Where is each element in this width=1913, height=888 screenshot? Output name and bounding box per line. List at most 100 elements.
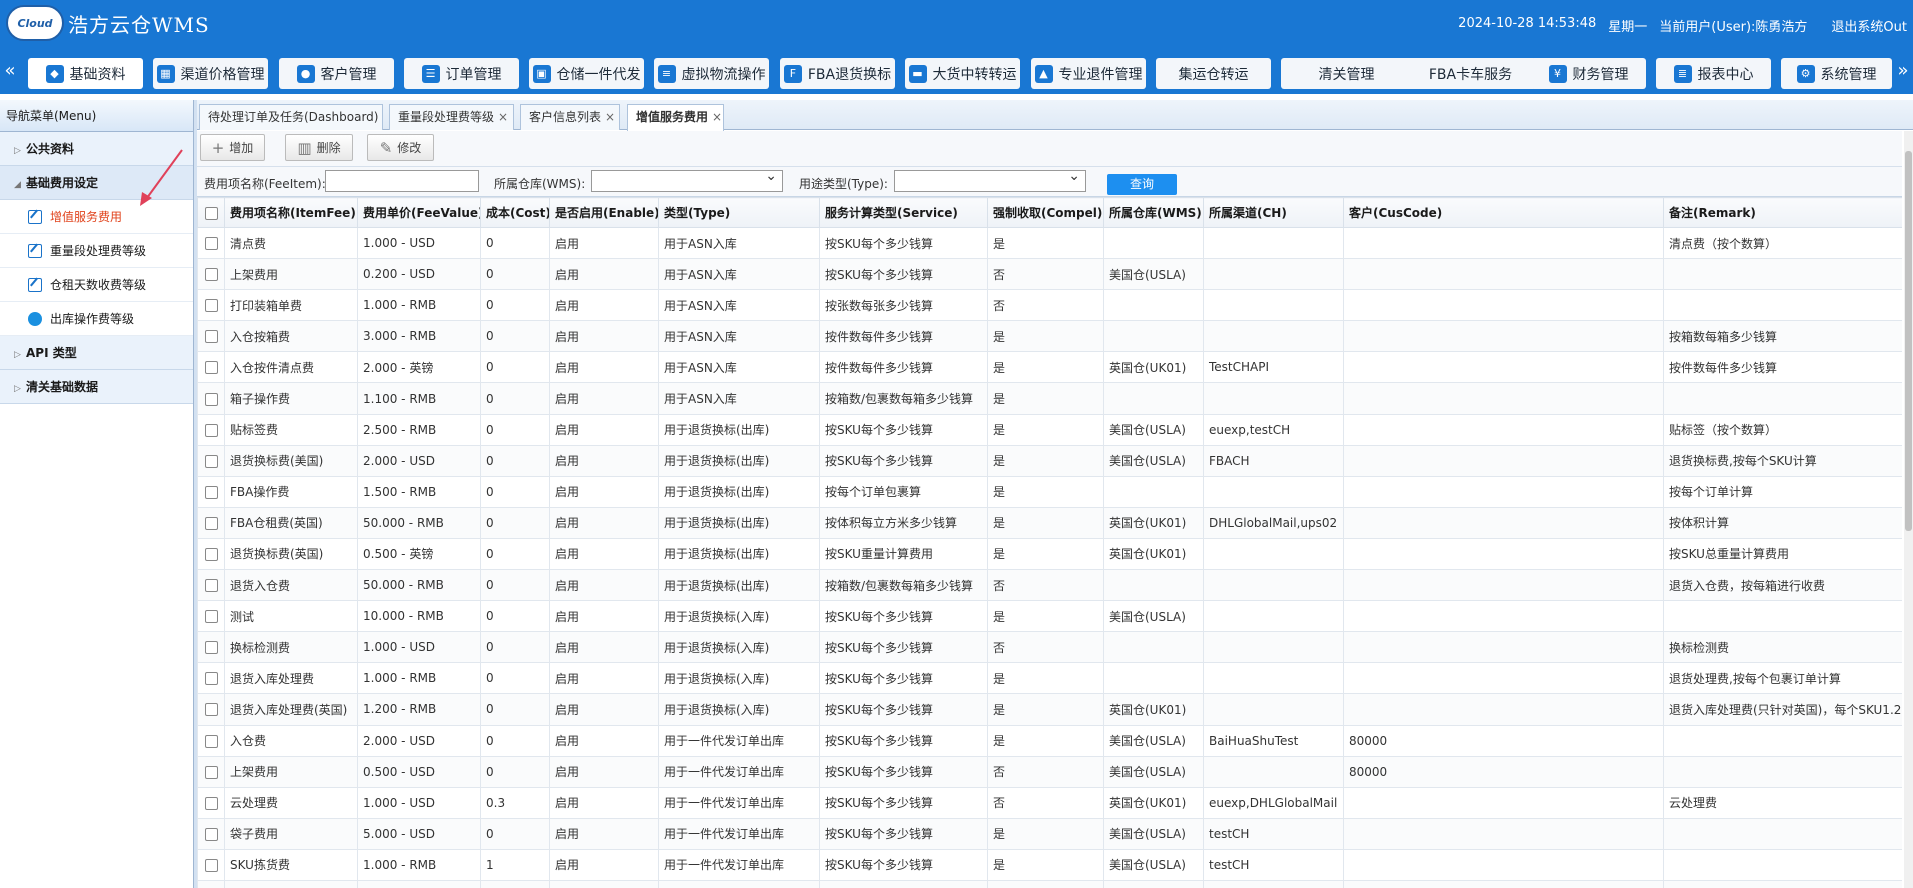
- row-checkbox[interactable]: [204, 579, 218, 593]
- row-checkbox[interactable]: [204, 547, 218, 561]
- row-checkbox[interactable]: [204, 423, 218, 437]
- nav-tab-customer[interactable]: ● 客户管理: [279, 58, 394, 89]
- row-checkbox-cell[interactable]: [197, 755, 225, 788]
- table-row[interactable]: [197, 879, 1902, 888]
- fee-item-input[interactable]: [325, 170, 479, 192]
- row-checkbox[interactable]: [204, 516, 218, 530]
- table-row[interactable]: 退货换标费(英国) 0.500 - 英镑 0 启用 用于退货换标(出库) 按SKU重量计算…: [197, 537, 1902, 571]
- sidebar-item-outbound-fee[interactable]: 出库操作费等级: [0, 302, 193, 336]
- row-checkbox-cell[interactable]: [197, 600, 225, 633]
- table-row[interactable]: 入仓按件清点费 2.000 - 英镑 0 启用 用于ASN入库 按件数每件多少钱算是英国仓…: [197, 351, 1902, 384]
- row-checkbox[interactable]: [204, 454, 218, 468]
- table-row[interactable]: 上架费用 0.200 - USD 0 启用 用于ASN入库 按SKU每个多少钱算否美国仓(…: [197, 258, 1902, 291]
- add-button[interactable]: + 增加: [200, 134, 265, 161]
- column-header[interactable]: 备注(Remark): [1663, 197, 1902, 228]
- nav-tab-customs[interactable]: 清关管理: [1281, 58, 1412, 89]
- row-checkbox[interactable]: [204, 299, 218, 313]
- delete-button[interactable]: ▥ 删除: [285, 134, 353, 161]
- sidebar-item-weight-tier[interactable]: 重量段处理费等级: [0, 234, 193, 268]
- checkbox[interactable]: [204, 206, 218, 220]
- tab-value-added-fee[interactable]: 增值服务费用 ×: [627, 104, 724, 131]
- column-header[interactable]: 所属仓库(WMS): [1103, 197, 1204, 228]
- row-checkbox-cell[interactable]: [197, 817, 225, 850]
- table-row[interactable]: 换标检测费 1.000 - USD 0 启用 用于退货换标(入库) 按SKU每个多少钱算否…: [197, 631, 1902, 664]
- row-checkbox[interactable]: [204, 703, 218, 717]
- table-row[interactable]: FBA仓租费(英国) 50.000 - RMB 0 启用 用于退货换标(出库) 按体积每立…: [197, 506, 1902, 539]
- row-checkbox[interactable]: [204, 361, 218, 375]
- table-row[interactable]: 贴标签费 2.500 - RMB 0 启用 用于退货换标(出库) 按SKU每个多少钱算是美…: [197, 413, 1902, 446]
- table-row[interactable]: 箱子操作费 1.100 - RMB 0 启用 用于ASN入库 按箱数/包裹数每箱多少钱算是: [197, 382, 1902, 415]
- column-header[interactable]: 所属渠道(CH): [1203, 197, 1344, 228]
- row-checkbox-cell[interactable]: [197, 351, 225, 384]
- column-header[interactable]: 服务计算类型(Service): [819, 197, 988, 228]
- select-all-checkbox[interactable]: [197, 197, 225, 228]
- nav-tab-orders[interactable]: ☰ 订单管理: [404, 58, 519, 89]
- column-header[interactable]: 成本(Cost): [480, 197, 550, 228]
- row-checkbox-cell[interactable]: [197, 444, 225, 477]
- table-row[interactable]: SKU拣货费 1.000 - RMB 1 启用 用于一件代发订单出库 按SKU每个多少钱算…: [197, 848, 1902, 881]
- table-row[interactable]: 退货入库处理费(英国) 1.200 - RMB 0 启用 用于退货换标(入库) 按SKU每…: [197, 693, 1902, 726]
- row-checkbox[interactable]: [204, 485, 218, 499]
- row-checkbox[interactable]: [204, 392, 218, 406]
- table-row[interactable]: 打印装箱单费 1.000 - RMB 0 启用 用于ASN入库 按张数每张多少钱算否: [197, 289, 1902, 322]
- query-button[interactable]: 查询: [1107, 174, 1177, 195]
- nav-tab-consolidation[interactable]: 集运仓转运: [1156, 58, 1271, 89]
- row-checkbox[interactable]: [204, 237, 218, 251]
- row-checkbox[interactable]: [204, 268, 218, 282]
- row-checkbox-cell[interactable]: [197, 848, 225, 881]
- row-checkbox[interactable]: [204, 610, 218, 624]
- row-checkbox-cell[interactable]: [197, 475, 225, 508]
- nav-tab-virtual-logistics[interactable]: ≡ 虚拟物流操作: [654, 58, 769, 89]
- type-select[interactable]: [894, 168, 1086, 192]
- warehouse-select[interactable]: [591, 168, 783, 192]
- column-header[interactable]: 强制收取(Compel): [987, 197, 1104, 228]
- table-row[interactable]: 云处理费 1.000 - USD 0.3 启用 用于一件代发订单出库 按SKU每个多少钱算…: [197, 786, 1902, 819]
- table-row[interactable]: 入仓按箱费 3.000 - RMB 0 启用 用于ASN入库 按件数每件多少钱算是 按箱数每…: [197, 320, 1902, 353]
- sidebar-item-storage-days[interactable]: 仓租天数收费等级: [0, 268, 193, 302]
- row-checkbox-cell[interactable]: [197, 289, 225, 322]
- row-checkbox-cell[interactable]: [197, 258, 225, 291]
- close-icon[interactable]: ×: [605, 110, 615, 124]
- row-checkbox[interactable]: [204, 734, 218, 748]
- nav-tab-warehouse-dropship[interactable]: ▣ 仓储一件代发: [529, 58, 644, 89]
- tab-weight-tier[interactable]: 重量段处理费等级 ×: [389, 104, 514, 130]
- column-header[interactable]: 类型(Type): [658, 197, 820, 228]
- logout-link[interactable]: 退出系统Out: [1831, 16, 1907, 35]
- sidebar-section-api[interactable]: ▷ API 类型: [0, 336, 193, 370]
- column-header[interactable]: 费用单价(FeeValue): [357, 197, 481, 228]
- row-checkbox-cell[interactable]: [197, 537, 225, 571]
- nav-tab-basic-data[interactable]: ◆ 基础资料: [28, 58, 143, 89]
- nav-tab-reports[interactable]: ≣ 报表中心: [1656, 58, 1771, 89]
- tab-customer-list[interactable]: 客户信息列表 ×: [520, 104, 620, 130]
- vertical-scrollbar[interactable]: [1904, 131, 1913, 888]
- row-checkbox-cell[interactable]: [197, 693, 225, 726]
- nav-tab-fba-return[interactable]: F FBA退货换标: [780, 58, 895, 89]
- row-checkbox-cell[interactable]: [197, 724, 225, 757]
- column-header[interactable]: 客户(CusCode): [1343, 197, 1664, 228]
- close-icon[interactable]: ×: [498, 110, 508, 124]
- row-checkbox[interactable]: [204, 827, 218, 841]
- nav-tab-channel-price[interactable]: ▦ 渠道价格管理: [153, 58, 268, 89]
- table-row[interactable]: 袋子费用 5.000 - USD 0 启用 用于一件代发订单出库 按SKU每个多少钱算是美…: [197, 817, 1902, 850]
- row-checkbox[interactable]: [204, 330, 218, 344]
- edit-button[interactable]: ✎ 修改: [367, 134, 434, 161]
- table-row[interactable]: 退货入仓费 50.000 - RMB 0 启用 用于退货换标(出库) 按箱数/包裹数每箱多…: [197, 569, 1902, 602]
- table-row[interactable]: 入仓费 2.000 - USD 0 启用 用于一件代发订单出库 按SKU每个多少钱算是美国…: [197, 724, 1902, 757]
- row-checkbox-cell[interactable]: [197, 226, 225, 260]
- nav-tab-finance[interactable]: ¥ 财务管理: [1531, 58, 1646, 89]
- row-checkbox-cell[interactable]: [197, 786, 225, 819]
- row-checkbox-cell[interactable]: [197, 662, 225, 695]
- row-checkbox-cell[interactable]: [197, 382, 225, 415]
- table-row[interactable]: 退货入库处理费 1.000 - RMB 0 启用 用于退货换标(入库) 按SKU每个多少钱…: [197, 662, 1902, 695]
- nav-right-arrow-icon[interactable]: »: [1895, 60, 1911, 81]
- row-checkbox-cell[interactable]: [197, 413, 225, 446]
- row-checkbox-cell[interactable]: [197, 320, 225, 353]
- row-checkbox[interactable]: [204, 796, 218, 810]
- column-header[interactable]: 费用项名称(ItemFee): [224, 197, 358, 228]
- row-checkbox-cell[interactable]: [197, 879, 225, 888]
- nav-tab-bulk-transfer[interactable]: ▬ 大货中转转运: [905, 58, 1020, 89]
- row-checkbox-cell[interactable]: [197, 631, 225, 664]
- table-row[interactable]: FBA操作费 1.500 - RMB 0 启用 用于退货换标(出库) 按每个订单包裹算是 按…: [197, 475, 1902, 508]
- tab-dashboard[interactable]: 待处理订单及任务(Dashboard): [199, 104, 383, 130]
- table-row[interactable]: 退货换标费(美国) 2.000 - USD 0 启用 用于退货换标(出库) 按SKU每个多…: [197, 444, 1902, 477]
